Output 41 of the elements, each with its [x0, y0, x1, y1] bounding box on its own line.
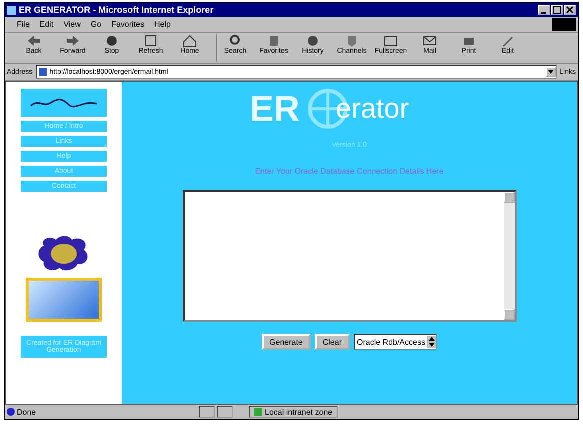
- spin-arrows-icon: [427, 336, 436, 348]
- prompt-text: Enter Your Oracle Database Connection Details Here: [255, 167, 444, 176]
- logo-text: erator: [336, 93, 410, 125]
- menu-item[interactable]: Edit: [40, 20, 54, 29]
- browser-logo-icon: [552, 18, 576, 31]
- mail-icon: [422, 34, 438, 48]
- status-panel: [217, 406, 233, 418]
- down-triangle-icon: [548, 70, 554, 74]
- close-button[interactable]: [564, 5, 576, 15]
- history-icon: [305, 34, 321, 48]
- scrollbar[interactable]: [504, 192, 514, 320]
- menu-item[interactable]: Help: [154, 20, 171, 29]
- menu-item[interactable]: Go: [90, 20, 102, 29]
- menu-item[interactable]: Favorites: [112, 20, 144, 29]
- status-text: Done: [17, 408, 38, 416]
- signature-drawing: [29, 97, 99, 109]
- right-arrow-icon: [65, 34, 81, 48]
- left-arrow-icon: [26, 34, 42, 48]
- maximize-icon: [553, 6, 561, 14]
- form-button[interactable]: Generate: [262, 334, 311, 350]
- close-icon: [566, 6, 574, 14]
- stop-icon: [104, 34, 120, 48]
- dropdown-button[interactable]: [546, 67, 556, 77]
- browser-icon: [7, 6, 16, 14]
- maximize-button[interactable]: [551, 5, 563, 15]
- window-title: ER GENERATOR - Microsoft Internet Explorer: [19, 5, 215, 15]
- menu-item[interactable]: File: [17, 20, 30, 29]
- refresh-icon: [143, 34, 159, 48]
- intranet-icon: [254, 408, 262, 416]
- minimize-button[interactable]: [538, 5, 550, 15]
- status-panel: [199, 406, 215, 418]
- logo-text: ER: [250, 88, 300, 130]
- form-button[interactable]: Clear: [314, 334, 350, 350]
- text-area[interactable]: [182, 190, 516, 322]
- page-icon: [7, 408, 15, 416]
- database-select[interactable]: Oracle Rdb/Access: [354, 334, 438, 350]
- page-icon: [38, 68, 47, 76]
- fullscreen-icon: [383, 34, 399, 48]
- menu-item[interactable]: View: [64, 20, 81, 29]
- home-icon: [182, 34, 198, 48]
- zone-text: Local intranet zone: [265, 408, 333, 416]
